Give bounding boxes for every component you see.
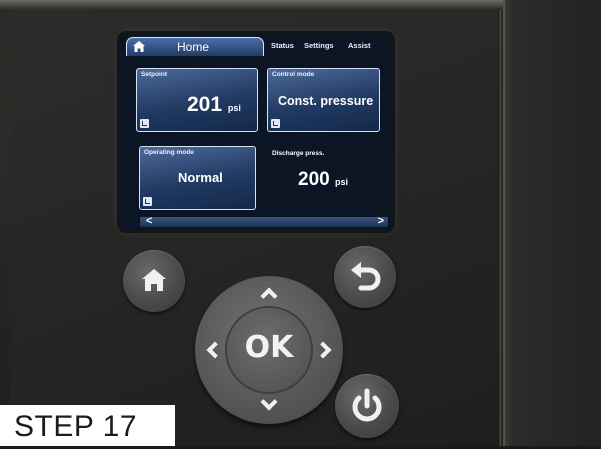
ok-label: OK [244, 330, 294, 365]
operating-mode-value: Normal [178, 170, 223, 185]
edit-corner-icon [140, 119, 149, 128]
back-icon [351, 262, 381, 291]
control-mode-title: Control mode [272, 71, 315, 78]
control-mode-value: Const. pressure [278, 94, 374, 108]
setpoint-title: Setpoint [141, 71, 167, 78]
arrow-down-icon[interactable] [260, 393, 278, 411]
tab-settings[interactable]: Settings [304, 41, 334, 50]
page-scrollbar[interactable]: < > [140, 215, 388, 227]
setpoint-unit: psi [227, 103, 241, 113]
lcd-display: Home Status Settings Assist Setpoint 201… [120, 34, 392, 230]
discharge-title: Discharge press. [272, 150, 325, 157]
tab-status[interactable]: Status [271, 41, 294, 50]
navigation-dpad[interactable]: OK [195, 276, 343, 424]
tab-bar: Home Status Settings Assist [120, 34, 392, 56]
panel-edge [498, 10, 502, 446]
setpoint-value: 201 [187, 93, 223, 116]
scroll-right-icon[interactable]: > [378, 215, 384, 227]
tab-assist[interactable]: Assist [348, 41, 371, 50]
tab-home-label: Home [177, 40, 210, 54]
edit-corner-icon [271, 119, 280, 128]
back-button[interactable] [334, 246, 396, 308]
setpoint-tile[interactable]: Setpoint 201 psi [136, 68, 258, 132]
arrow-right-icon[interactable] [314, 341, 332, 359]
tab-home[interactable]: Home [126, 37, 264, 56]
edit-corner-icon [143, 197, 152, 206]
arrow-up-icon[interactable] [260, 287, 278, 305]
home-tab-icon [133, 41, 145, 52]
power-button[interactable] [335, 374, 399, 438]
operating-mode-title: Operating mode [144, 149, 194, 156]
power-icon [352, 388, 382, 422]
side-cabinet-panel [503, 0, 601, 446]
scroll-left-icon[interactable]: < [146, 215, 152, 227]
discharge-value-group: 200 psi [298, 169, 348, 191]
ok-button[interactable]: OK [227, 308, 311, 392]
setpoint-value-group: 201 psi [187, 93, 241, 117]
control-mode-tile[interactable]: Control mode Const. pressure [267, 68, 380, 132]
discharge-unit: psi [334, 177, 348, 187]
arrow-left-icon[interactable] [206, 341, 224, 359]
step-label: STEP 17 [0, 405, 175, 446]
operating-mode-tile[interactable]: Operating mode Normal [139, 146, 256, 210]
discharge-value: 200 [298, 169, 330, 190]
home-icon [142, 269, 166, 291]
home-button[interactable] [123, 250, 185, 312]
